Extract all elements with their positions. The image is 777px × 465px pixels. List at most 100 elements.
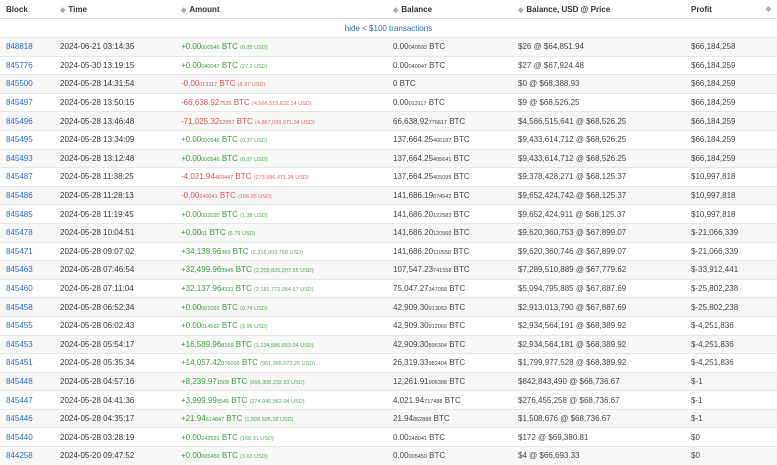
balance-cell: 137,664.25405641 BTC — [387, 148, 512, 168]
block-link[interactable]: 845776 — [6, 61, 33, 70]
amount-unit: BTC — [221, 451, 238, 461]
amount-digits: 8545 — [216, 398, 230, 405]
balance-cell: 26,319.33982404 BTC — [387, 353, 512, 373]
table-row: 845463 2024-05-28 07:46:54 +32,499.963945 … — [0, 260, 777, 280]
profit-cell: $-21,066,339 — [685, 222, 777, 243]
block-cell: 845495 — [0, 129, 54, 150]
block-link[interactable]: 845455 — [6, 321, 33, 330]
amount-usd: (4,867,099,071.34 USD) — [255, 119, 315, 126]
amount-main: +0.00 — [181, 135, 202, 145]
balance-digits: 013117 — [408, 101, 427, 108]
block-link[interactable]: 845463 — [6, 265, 33, 274]
table-row: 845478 2024-05-28 10:04:51 +0.0001 BTC (6.… — [0, 222, 777, 243]
table-row: 845448 2024-05-28 04:57:16 +8,239.971509 B… — [0, 371, 777, 391]
toggle-row: hide < $100 transactions — [0, 18, 777, 38]
amount-cell: +0.00001092 BTC (0.74 USD) — [175, 297, 387, 317]
balance-digits: 406187 — [433, 138, 452, 145]
table-row: 845496 2024-05-28 13:46:48 -71,025.3262957… — [0, 111, 777, 131]
block-link[interactable]: 845493 — [6, 154, 33, 163]
balance-unit: BTC — [453, 265, 470, 275]
balance-usd-cell: $2,934,564,191 @ $68,389.92 — [512, 315, 685, 335]
balance-unit: BTC — [449, 339, 466, 349]
block-cell: 845485 — [0, 204, 54, 224]
col-profit-header[interactable]: Profit ◆ — [685, 0, 777, 19]
sort-icon: ◆ — [60, 6, 66, 14]
hide-small-transactions-link[interactable]: hide < $100 transactions — [345, 24, 432, 33]
block-link[interactable]: 845471 — [6, 247, 33, 256]
balance-usd-cell: $0 @ $68,388.93 — [512, 74, 685, 94]
balance-usd-cell: $1,508,676 @ $68,736.67 — [512, 408, 685, 428]
block-link[interactable]: 845485 — [6, 210, 33, 219]
col-amount-header[interactable]: ◆ Amount — [175, 0, 387, 19]
profit-cell: $0 — [685, 446, 777, 465]
balance-usd-cell: $7,289,510,889 @ $67,779.62 — [512, 260, 685, 280]
block-link[interactable]: 845487 — [6, 172, 33, 181]
amount-cell: +16,589.968159 BTC (1,134,586,653.04 USD… — [175, 334, 387, 354]
amount-unit: BTC — [235, 172, 252, 182]
table-row: 845451 2024-05-28 05:35:34 +14,057.4207601… — [0, 353, 777, 373]
block-link[interactable]: 845486 — [6, 191, 33, 200]
block-link[interactable]: 845447 — [6, 396, 33, 405]
amount-usd: (3.63 USD) — [240, 454, 268, 461]
amount-cell: -66,638.927635 BTC (4,566,515,632.14 USD… — [175, 92, 387, 112]
balance-digits: 120560 — [433, 231, 452, 238]
block-link[interactable]: 844258 — [6, 451, 33, 460]
block-link[interactable]: 845458 — [6, 303, 33, 312]
block-link[interactable]: 845448 — [6, 377, 33, 386]
profit-cell: $-4,251,836 — [685, 334, 777, 354]
balance-cell: 141,686.19874542 BTC — [387, 185, 512, 205]
balance-main: 107,547.23 — [393, 265, 434, 275]
amount-main: +21.94 — [181, 414, 206, 424]
amount-digits: 8159 — [221, 342, 234, 349]
block-link[interactable]: 845440 — [6, 433, 33, 442]
col-time-header[interactable]: ◆ Time — [54, 0, 175, 19]
block-link[interactable]: 845496 — [6, 117, 33, 126]
col-block-header[interactable]: Block — [0, 0, 54, 19]
block-cell: 845487 — [0, 167, 54, 187]
amount-usd: (0.35 USD) — [240, 45, 268, 52]
block-link[interactable]: 845451 — [6, 358, 33, 367]
balance-cell: 141,686.20110558 BTC — [387, 241, 512, 261]
time-cell: 2024-05-28 13:50:15 — [54, 92, 175, 112]
block-link[interactable]: 845500 — [6, 79, 33, 88]
balance-digits: 040593 — [408, 45, 427, 52]
amount-main: +0.00 — [181, 228, 202, 238]
balance-digits: 912066 — [428, 324, 447, 331]
table-row: 845486 2024-05-28 11:28:13 -0.00240041 BTC… — [0, 185, 777, 205]
balance-digits: 717488 — [424, 398, 443, 405]
balance-usd-cell: $5,094,795,885 @ $67,887.69 — [512, 278, 685, 298]
balance-digits: 122583 — [433, 212, 452, 219]
balance-cell: 137,664.25406187 BTC — [387, 129, 512, 150]
balance-main: 0.00 — [393, 451, 409, 461]
balance-unit: BTC — [429, 60, 446, 70]
block-link[interactable]: 845460 — [6, 284, 33, 293]
amount-usd: (166.95 USD) — [238, 194, 272, 201]
amount-usd: (2,209,835,207.55 USD) — [253, 268, 314, 275]
balance-main: 66,638.92 — [393, 116, 429, 126]
block-link[interactable]: 848818 — [6, 42, 33, 51]
amount-cell: +0.00000546 BTC (0.35 USD) — [175, 37, 387, 57]
amount-cell: +32,499.963945 BTC (2,209,835,207.55 USD… — [175, 260, 387, 280]
amount-digits: 013117 — [199, 82, 218, 89]
balance-main: 141,686.20 — [393, 228, 434, 238]
balance-unit: BTC — [449, 284, 466, 294]
amount-main: -71,025.32 — [181, 116, 220, 126]
balance-unit: BTC — [453, 172, 470, 182]
table-row: 845453 2024-05-28 05:54:17 +16,589.968159 … — [0, 334, 777, 354]
time-cell: 2024-05-30 13:19:15 — [54, 55, 175, 75]
time-cell: 2024-05-28 04:35:17 — [54, 408, 175, 428]
block-link[interactable]: 845453 — [6, 340, 33, 349]
block-link[interactable]: 845495 — [6, 135, 33, 144]
balance-main: 75,047.27 — [393, 284, 429, 294]
col-balance-usd-header[interactable]: ◆ Balance, USD @ Price — [512, 0, 685, 19]
block-cell: 845471 — [0, 241, 54, 261]
balance-usd-cell: $9,652,424,742 @ $68,125.37 — [512, 185, 685, 205]
table-row: 845471 2024-05-28 09:07:02 +34,138.96369 B… — [0, 241, 777, 261]
amount-unit: BTC — [221, 135, 238, 145]
amount-cell: +34,138.96369 BTC (2,318,003,758 USD) — [175, 241, 387, 261]
block-link[interactable]: 845446 — [6, 414, 33, 423]
balance-digits: 982404 — [428, 361, 447, 368]
block-link[interactable]: 845478 — [6, 228, 33, 237]
block-link[interactable]: 845497 — [6, 98, 33, 107]
col-balance-header[interactable]: ◆ Balance — [387, 0, 512, 19]
